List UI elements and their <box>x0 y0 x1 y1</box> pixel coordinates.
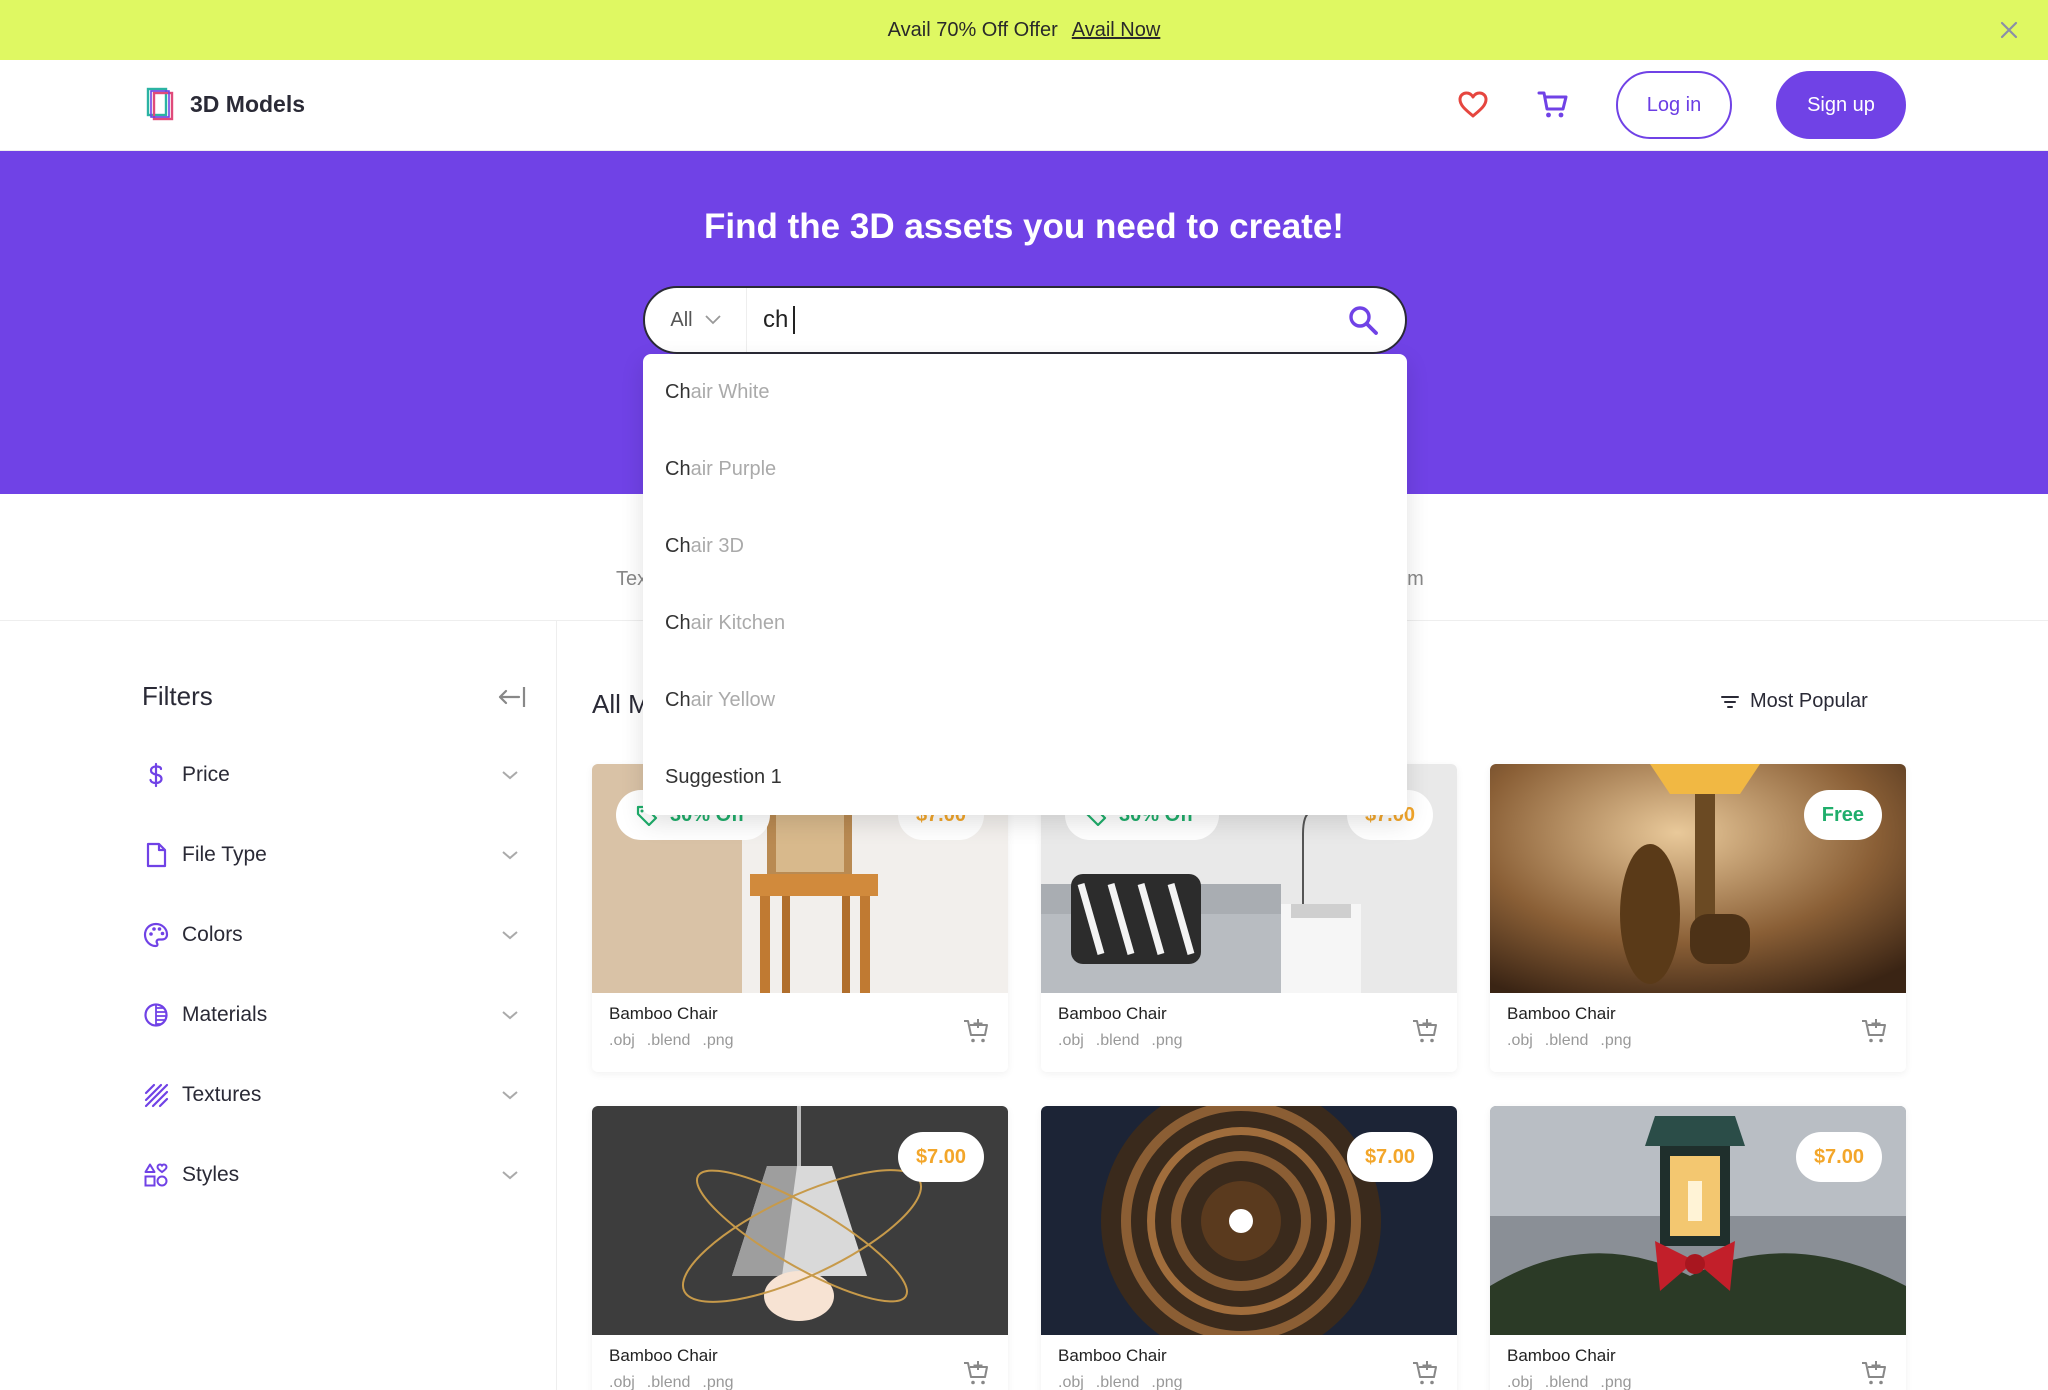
search-bar: All <box>643 286 1407 354</box>
dollar-icon <box>149 762 163 788</box>
palette-icon <box>143 922 169 948</box>
price-badge: $7.00 <box>1795 1132 1882 1182</box>
chevron-down-icon <box>502 771 518 780</box>
filter-file-type[interactable]: File Type <box>142 835 522 875</box>
add-to-cart-icon[interactable] <box>962 1359 990 1387</box>
product-name: Bamboo Chair <box>609 1346 718 1365</box>
sort-icon <box>1721 695 1739 708</box>
suggestion-item[interactable]: Ch air White <box>665 372 1385 412</box>
avail-now-link[interactable]: Avail Now <box>1072 19 1161 42</box>
chevron-down-icon <box>502 1011 518 1020</box>
file-types: .obj .blend .png <box>1507 1374 1632 1390</box>
file-types: .obj .blend .png <box>1058 1374 1183 1390</box>
file-types: .obj .blend .png <box>1507 1032 1632 1049</box>
file-types: .obj .blend .png <box>1058 1032 1183 1049</box>
search-input[interactable] <box>763 298 1323 342</box>
product-name: Bamboo Chair <box>1058 1004 1167 1023</box>
filter-colors[interactable]: Colors <box>142 915 522 955</box>
filter-price[interactable]: Price <box>142 755 522 795</box>
suggestion-item[interactable]: Suggestion 1 <box>665 757 1385 797</box>
results-title: All M <box>592 689 650 719</box>
price-badge: $7.00 <box>897 1132 984 1182</box>
chevron-down-icon <box>502 931 518 940</box>
chevron-down-icon <box>502 851 518 860</box>
price-badge: $7.00 <box>1346 1132 1433 1182</box>
heart-icon[interactable] <box>1456 88 1490 122</box>
add-to-cart-icon[interactable] <box>962 1017 990 1045</box>
text-caret <box>793 306 795 334</box>
logo-text: 3D Models <box>190 90 306 117</box>
search-suggestions: Ch air White Ch air Purple Ch air 3D Ch air … <box>643 354 1407 815</box>
materials-icon <box>144 1003 168 1027</box>
suggestion-item[interactable]: Ch air Purple <box>665 449 1385 489</box>
promo-banner: Avail 70% Off Offer Avail Now <box>0 0 2048 60</box>
category-value: All <box>670 308 693 331</box>
add-to-cart-icon[interactable] <box>1860 1017 1888 1045</box>
login-button[interactable]: Log in <box>1616 71 1732 139</box>
product-name: Bamboo Chair <box>1058 1346 1167 1365</box>
product-card[interactable]: Free Bamboo Chair .obj .blend .png <box>1490 764 1906 1072</box>
promo-text: Avail 70% Off Offer <box>887 18 1058 41</box>
search-icon[interactable] <box>1345 302 1381 338</box>
chevron-down-icon <box>502 1091 518 1100</box>
add-to-cart-icon[interactable] <box>1860 1359 1888 1387</box>
collapse-sidebar-icon[interactable] <box>496 683 528 711</box>
textures-icon <box>144 1083 169 1108</box>
top-header: 3D Models Log in Sign up <box>0 60 2048 151</box>
product-card[interactable]: $7.00 Bamboo Chair .obj .blend .png <box>592 1106 1008 1390</box>
file-types: .obj .blend .png <box>609 1374 734 1390</box>
suggestion-item[interactable]: Ch air 3D <box>665 526 1385 566</box>
sort-dropdown[interactable]: Most Popular <box>1720 690 1868 713</box>
product-name: Bamboo Chair <box>1507 1346 1616 1365</box>
suggestion-item[interactable]: Ch air Yellow <box>665 680 1385 720</box>
chevron-down-icon <box>502 1171 518 1180</box>
product-name: Bamboo Chair <box>609 1004 718 1023</box>
filter-materials[interactable]: Materials <box>142 995 522 1035</box>
product-card[interactable]: $7.00 Bamboo Chair .obj .blend .png <box>1490 1106 1906 1390</box>
product-name: Bamboo Chair <box>1507 1004 1616 1023</box>
add-to-cart-icon[interactable] <box>1411 1017 1439 1045</box>
filter-styles[interactable]: Styles <box>142 1155 522 1195</box>
logo-icon <box>146 87 174 121</box>
close-icon[interactable] <box>1996 17 2022 43</box>
product-card[interactable]: $7.00 Bamboo Chair .obj .blend .png <box>1041 1106 1457 1390</box>
suggestion-item[interactable]: Ch air Kitchen <box>665 603 1385 643</box>
filter-textures[interactable]: Textures <box>142 1075 522 1115</box>
file-types: .obj .blend .png <box>609 1032 734 1049</box>
price-badge: Free <box>1803 790 1882 840</box>
cart-icon[interactable] <box>1536 88 1570 122</box>
filters-title: Filters <box>142 681 213 711</box>
file-icon <box>146 842 167 868</box>
hero-title: Find the 3D assets you need to create! <box>704 207 1344 246</box>
logo[interactable]: 3D Models <box>146 87 305 121</box>
styles-icon <box>144 1163 168 1187</box>
add-to-cart-icon[interactable] <box>1411 1359 1439 1387</box>
signup-button[interactable]: Sign up <box>1776 71 1906 139</box>
filters-sidebar: Filters Price File Type Colors Materials <box>0 621 557 1390</box>
chevron-down-icon <box>704 315 721 325</box>
category-select[interactable]: All <box>645 288 747 352</box>
